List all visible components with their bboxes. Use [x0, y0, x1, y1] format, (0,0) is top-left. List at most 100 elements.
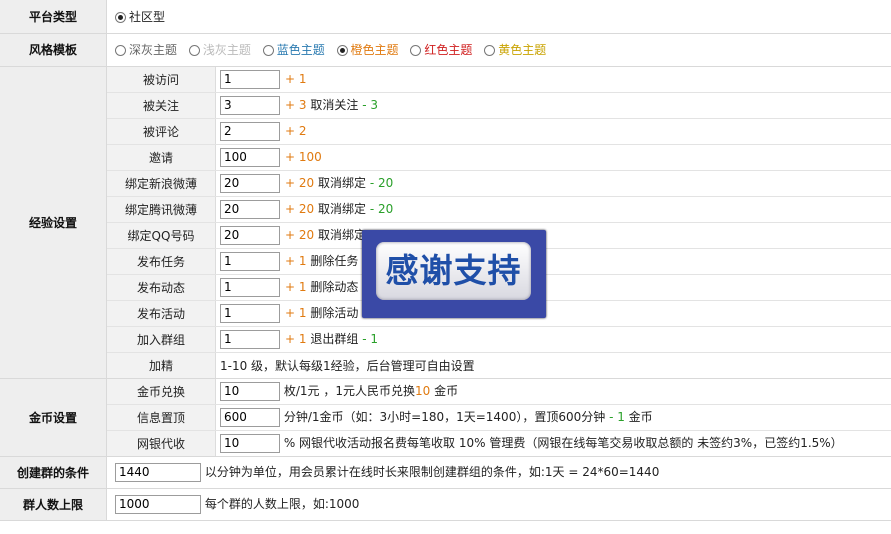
gold-bank-label: 网银代收 [107, 430, 216, 456]
exp-item-input[interactable] [220, 277, 280, 297]
exp-item-row: 绑定新浪微薄 + 20 取消绑定 - 20 [107, 170, 891, 197]
gold-label: 金币设置 [0, 378, 107, 457]
exp-item-input[interactable] [220, 95, 280, 115]
group-cond-input[interactable] [115, 462, 201, 482]
exp-item-label: 被访问 [107, 66, 216, 93]
radio-selected-icon[interactable] [115, 11, 126, 23]
exp-item-label: 被关注 [107, 92, 216, 119]
theme-option-1[interactable]: 浅灰主题 [188, 43, 251, 57]
theme-options: 深灰主题 浅灰主题 蓝色主题 橙色主题 红色主题 黄色主题 [106, 33, 891, 67]
exp-item-cancel: 取消绑定 [317, 227, 366, 242]
gold-top-label: 信息置顶 [107, 404, 216, 431]
exp-item-plus: + 20 [285, 227, 315, 242]
gold-exchange-unit: 枚/1元 ，1元人民币兑换 [283, 383, 415, 398]
group-cond-text: 以分钟为单位，用会员累计在线时长来限制创建群组的条件，如:1天 = 24*60=… [204, 464, 660, 479]
gold-top-input[interactable] [220, 407, 280, 427]
exp-item-cancel: 取消绑定 [317, 175, 366, 190]
exp-item-label: 加入群组 [107, 326, 216, 353]
exp-item-label: 被评论 [107, 118, 216, 145]
gold-exchange-amount: 10 [414, 383, 431, 398]
exp-item-plus: + 100 [285, 149, 322, 164]
jiajing-row: 加精 1-10 级，默认每级1经验，后台管理可自由设置 [107, 352, 891, 378]
platform-value: 社区型 [106, 0, 891, 34]
exp-item-plus: + 3 [285, 97, 307, 112]
radio-icon[interactable] [115, 45, 126, 56]
gold-bank-row: 网银代收 % 网银代收活动报名费每笔收取 10% 管理费（网银在线每笔交易收取总… [107, 430, 891, 456]
exp-item-plus: + 1 [285, 279, 307, 294]
gold-exchange-label: 金币兑换 [107, 378, 216, 405]
exp-item-label: 绑定QQ号码 [107, 222, 216, 249]
gold-exchange-input[interactable] [220, 381, 280, 401]
gold-table: 金币兑换 枚/1元 ，1元人民币兑换10 金币 信息置顶 分钟/1金币（如：3小… [107, 378, 891, 456]
exp-item-cancel: 退出群组 [310, 331, 359, 346]
theme-row: 风格模板 深灰主题 浅灰主题 蓝色主题 橙色主题 红色主题 黄色主题 [0, 33, 891, 67]
radio-icon[interactable] [336, 45, 348, 56]
exp-item-cancel: 取消关注 [310, 97, 359, 112]
gold-bank-input[interactable] [220, 433, 280, 453]
exp-item-minus: - 20 [369, 175, 394, 190]
exp-item-plus: + 2 [285, 123, 307, 138]
exp-item-cancel: 取消绑定 [317, 201, 366, 216]
gold-exchange-row: 金币兑换 枚/1元 ，1元人民币兑换10 金币 [107, 378, 891, 405]
platform-row: 平台类型 社区型 [0, 0, 891, 34]
exp-item-input[interactable] [220, 199, 280, 219]
exp-label: 经验设置 [0, 66, 107, 379]
theme-option-2[interactable]: 蓝色主题 [262, 43, 325, 57]
group-limit-text: 每个群的人数上限，如:1000 [204, 496, 360, 511]
theme-option-0[interactable]: 深灰主题 [115, 43, 177, 57]
gold-exchange-suffix: 金币 [434, 383, 459, 398]
group-limit-input[interactable] [115, 494, 201, 514]
exp-item-minus: - 3 [362, 97, 378, 112]
radio-icon[interactable] [262, 45, 274, 56]
exp-item-cancel: 删除动态 [310, 279, 359, 294]
thanks-overlay: 感谢支持 [362, 230, 546, 318]
gold-top-suffix: 金币 [628, 409, 653, 424]
exp-item-label: 邀请 [107, 144, 216, 171]
exp-value: 被访问 + 1 被关注 + 3 取消关注 - 3 被评论 + 2 邀请 + 100 绑定新浪微薄… [106, 66, 891, 379]
exp-item-input[interactable] [220, 329, 280, 349]
exp-item-input[interactable] [220, 147, 280, 167]
gold-top-minus: - 1 [609, 409, 625, 424]
jiajing-text: 1-10 级，默认每级1经验，后台管理可自由设置 [220, 358, 475, 373]
exp-item-input[interactable] [220, 251, 280, 271]
exp-item-input[interactable] [220, 69, 280, 89]
exp-item-label: 发布动态 [107, 274, 216, 301]
thanks-banner: 感谢支持 [376, 242, 531, 300]
theme-option-5[interactable]: 黄色主题 [484, 43, 546, 57]
exp-item-plus: + 20 [285, 175, 315, 190]
radio-icon[interactable] [188, 45, 200, 56]
exp-item-label: 发布任务 [107, 248, 216, 275]
exp-item-label: 绑定腾讯微薄 [107, 196, 216, 223]
radio-icon[interactable] [410, 45, 422, 56]
exp-item-row: 邀请 + 100 [107, 144, 891, 171]
theme-label: 风格模板 [0, 33, 107, 67]
exp-item-minus: - 1 [362, 331, 378, 346]
exp-item-label: 绑定新浪微薄 [107, 170, 216, 197]
exp-item-input[interactable] [220, 303, 280, 323]
exp-item-row: 绑定腾讯微薄 + 20 取消绑定 - 20 [107, 196, 891, 223]
exp-item-row: 被关注 + 3 取消关注 - 3 [107, 92, 891, 119]
jiajing-label: 加精 [107, 352, 216, 378]
exp-row: 经验设置 被访问 + 1 被关注 + 3 取消关注 - 3 被评论 + 2 邀请 + 100 绑… [0, 66, 891, 379]
exp-item-cancel: 删除任务 [310, 253, 359, 268]
exp-item-minus: - 20 [369, 201, 394, 216]
theme-option-3[interactable]: 橙色主题 [336, 43, 399, 57]
gold-top-row: 信息置顶 分钟/1金币（如：3小时=180，1天=1400），置顶600分钟 -… [107, 404, 891, 431]
platform-option[interactable]: 社区型 [115, 10, 165, 24]
group-cond-row: 创建群的条件 以分钟为单位，用会员累计在线时长来限制创建群组的条件，如:1天 =… [0, 456, 891, 489]
exp-item-input[interactable] [220, 225, 280, 245]
exp-item-row: 加入群组 + 1 退出群组 - 1 [107, 326, 891, 353]
exp-item-cancel: 删除活动 [310, 305, 359, 320]
exp-item-plus: + 1 [285, 305, 307, 320]
exp-item-input[interactable] [220, 173, 280, 193]
group-limit-row: 群人数上限 每个群的人数上限，如:1000 [0, 488, 891, 521]
gold-top-text: 分钟/1金币（如：3小时=180，1天=1400），置顶600分钟 [283, 409, 606, 424]
radio-icon[interactable] [484, 45, 496, 56]
gold-row: 金币设置 金币兑换 枚/1元 ，1元人民币兑换10 金币 信息置顶 [0, 378, 891, 457]
exp-item-input[interactable] [220, 121, 280, 141]
exp-item-label: 发布活动 [107, 300, 216, 327]
theme-option-4[interactable]: 红色主题 [410, 43, 472, 57]
platform-label: 平台类型 [0, 0, 107, 34]
exp-item-plus: + 1 [285, 253, 307, 268]
gold-value: 金币兑换 枚/1元 ，1元人民币兑换10 金币 信息置顶 分钟/1金币（如：3小… [106, 378, 891, 457]
